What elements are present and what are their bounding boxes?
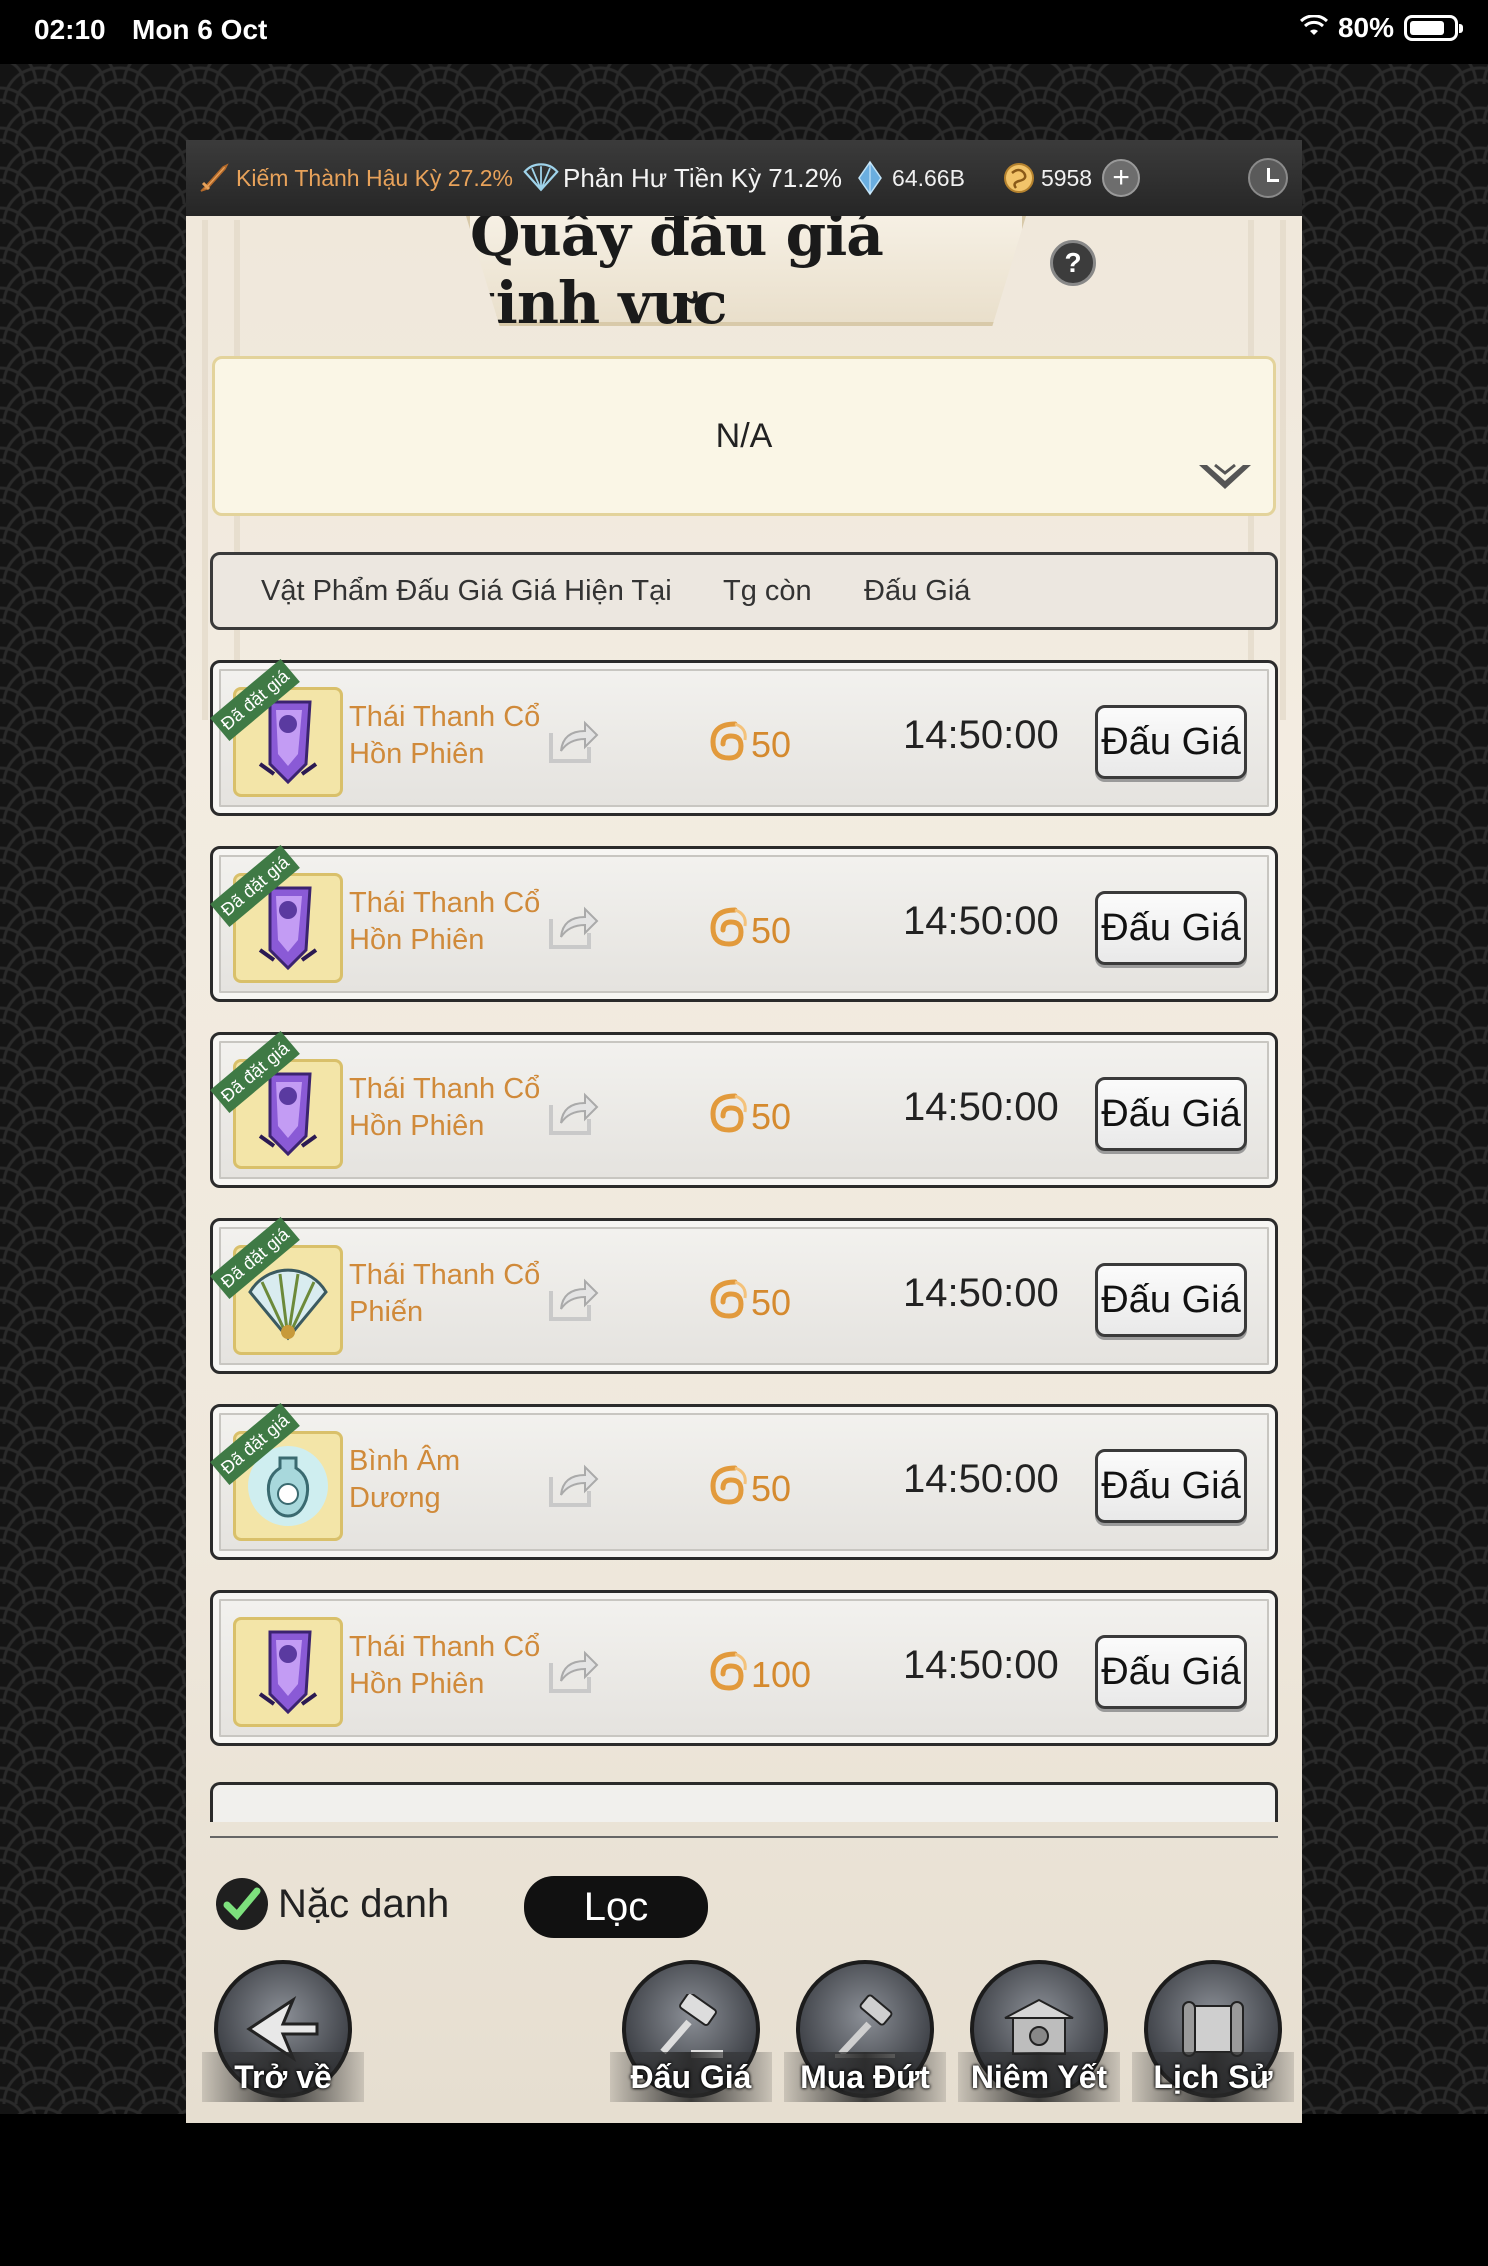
price-value: 50 — [751, 1467, 792, 1509]
col-current-price: Giá Hiện Tại — [511, 574, 672, 607]
time-remaining: 14:50:00 — [903, 1643, 1059, 1687]
nav-listing-label: Niêm Yết — [958, 2052, 1120, 2102]
nav-buyout-label: Mua Đứt — [784, 2052, 946, 2102]
time-remaining: 14:50:00 — [903, 899, 1059, 943]
cultivation-sword-text: Kiếm Thành Hậu Kỳ 27.2% — [236, 164, 514, 191]
info-text: N/A — [715, 416, 773, 455]
share-icon[interactable] — [545, 1273, 601, 1325]
clock-icon[interactable] — [1248, 158, 1288, 198]
share-icon[interactable] — [545, 1645, 601, 1697]
nav-buyout-button[interactable]: Mua Đứt — [784, 1960, 946, 2110]
col-item: Vật Phẩm Đấu Giá — [261, 574, 503, 607]
clock-time: 02:10 — [34, 14, 106, 45]
bid-button[interactable]: Đấu Giá — [1095, 1263, 1247, 1337]
price-value: 50 — [751, 723, 792, 765]
table-row: Đã đặt giá Thái Thanh Cổ Phiến 50 14:50:00 Đ… — [210, 1216, 1278, 1374]
time-remaining: 14:50:00 — [903, 713, 1059, 757]
wifi-icon — [1299, 14, 1328, 41]
nav-auction-label: Đấu Giá — [610, 2052, 772, 2102]
swirl-coin-icon — [705, 1462, 749, 1515]
nav-auction-button[interactable]: Đấu Giá — [610, 1960, 772, 2110]
currency-resource: 5958 + — [1001, 159, 1141, 197]
current-price: 50 — [705, 1090, 791, 1143]
share-icon[interactable] — [545, 1087, 601, 1139]
swirl-coin-icon — [705, 1276, 749, 1329]
bid-button[interactable]: Đấu Giá — [1095, 891, 1247, 965]
resource-bar: Kiếm Thành Hậu Kỳ 27.2% Phản Hư Tiền Kỳ … — [186, 140, 1302, 216]
time-remaining: 14:50:00 — [903, 1457, 1059, 1501]
current-price: 50 — [705, 718, 791, 771]
table-row: Đã đặt giá Thái Thanh Cổ Hồn Phiên 50 14:50… — [210, 1030, 1278, 1188]
table-row: Đã đặt giá Thái Thanh Cổ Hồn Phiên 50 14:50… — [210, 658, 1278, 816]
check-icon[interactable] — [216, 1878, 268, 1930]
filter-button[interactable]: Lọc — [524, 1876, 708, 1938]
status-icons: 80% — [1299, 12, 1463, 44]
back-button[interactable]: Trở về — [202, 1960, 364, 2110]
price-value: 50 — [751, 909, 792, 951]
system-status-bar: 02:10 Mon 6 Oct 80% — [0, 0, 1488, 64]
currency-amount: 5958 — [1040, 164, 1093, 191]
item-name: Thái Thanh Cổ Hồn Phiên — [349, 887, 541, 956]
swirl-coin-icon — [705, 718, 749, 771]
item-name: Thái Thanh Cổ Hồn Phiên — [349, 1631, 541, 1700]
item-name: Bình Âm Dương — [349, 1445, 461, 1514]
fan-icon — [523, 160, 559, 196]
cultivation-sword: Kiếm Thành Hậu Kỳ 27.2% — [196, 160, 513, 196]
current-price: 50 — [705, 1462, 791, 1515]
battery-icon — [1404, 15, 1463, 41]
battery-percentage: 80% — [1337, 12, 1394, 43]
nav-history-button[interactable]: Lịch Sử — [1132, 1960, 1294, 2110]
col-time-left: Tg còn — [723, 574, 812, 607]
share-icon[interactable] — [545, 1459, 601, 1511]
time-remaining: 14:50:00 — [903, 1085, 1059, 1129]
list-divider — [210, 1836, 1278, 1838]
current-price: 100 — [705, 1648, 811, 1701]
table-row: Thái Thanh Cổ Hồn Phiên 100 14:50:00 Đấu Gi… — [210, 1590, 1278, 1746]
anonymous-toggle[interactable]: Nặc danh — [216, 1878, 449, 1930]
title-plate: Quầy đấu giá tinh vực — [466, 216, 1026, 326]
table-row: Đã đặt giá Bình Âm Dương 50 14:50:00 Đấu Giá — [210, 1402, 1278, 1560]
swirl-coin-icon — [1001, 160, 1037, 196]
spirit-stone-amount: 64.66B — [892, 164, 965, 191]
sword-icon — [196, 160, 232, 196]
column-header: Vật Phẩm Đấu Giá Giá Hiện Tại Tg còn Đấu… — [210, 552, 1278, 630]
time-remaining: 14:50:00 — [903, 1271, 1059, 1315]
table-row: Đã đặt giá Thái Thanh Cổ Hồn Phiên 50 14:50… — [210, 844, 1278, 1002]
game-screen: Kiếm Thành Hậu Kỳ 27.2% Phản Hư Tiền Kỳ … — [186, 140, 1302, 2123]
expand-chevron-icon[interactable] — [1195, 461, 1255, 495]
price-value: 100 — [751, 1653, 812, 1695]
swirl-coin-icon — [705, 1648, 749, 1701]
add-currency-button[interactable]: + — [1102, 159, 1141, 197]
clock-date: Mon 6 Oct — [132, 14, 268, 45]
anonymous-label: Nặc danh — [278, 1881, 450, 1926]
swirl-coin-icon — [705, 1090, 749, 1143]
bid-button[interactable]: Đấu Giá — [1095, 1449, 1247, 1523]
bid-button[interactable]: Đấu Giá — [1095, 1077, 1247, 1151]
help-button[interactable]: ? — [1050, 240, 1096, 286]
bid-button[interactable]: Đấu Giá — [1095, 705, 1247, 779]
price-value: 50 — [751, 1095, 792, 1137]
current-price: 50 — [705, 1276, 791, 1329]
crystal-icon — [852, 160, 888, 196]
page-title: Quầy đấu giá tinh vực — [470, 201, 884, 337]
item-name: Thái Thanh Cổ Phiến — [349, 1259, 541, 1328]
swirl-coin-icon — [705, 904, 749, 957]
nav-history-label: Lịch Sử — [1132, 2052, 1294, 2102]
cultivation-fan-text: Phản Hư Tiền Kỳ 71.2% — [563, 162, 843, 193]
bid-button[interactable]: Đấu Giá — [1095, 1635, 1247, 1709]
price-value: 50 — [751, 1281, 792, 1323]
item-name: Thái Thanh Cổ Hồn Phiên — [349, 701, 541, 770]
back-label: Trở về — [202, 2052, 364, 2102]
nav-listing-button[interactable]: Niêm Yết — [958, 1960, 1120, 2110]
purple-banner-icon[interactable] — [233, 1617, 343, 1727]
spirit-stone-resource: 64.66B — [852, 160, 965, 196]
share-icon[interactable] — [545, 715, 601, 767]
auction-info-box: N/A — [212, 356, 1276, 516]
cultivation-fan: Phản Hư Tiền Kỳ 71.2% — [523, 160, 842, 196]
share-icon[interactable] — [545, 901, 601, 953]
col-bid: Đấu Giá — [864, 574, 971, 607]
item-name: Thái Thanh Cổ Hồn Phiên — [349, 1073, 541, 1142]
current-price: 50 — [705, 904, 791, 957]
table-row-partial — [210, 1782, 1278, 1822]
